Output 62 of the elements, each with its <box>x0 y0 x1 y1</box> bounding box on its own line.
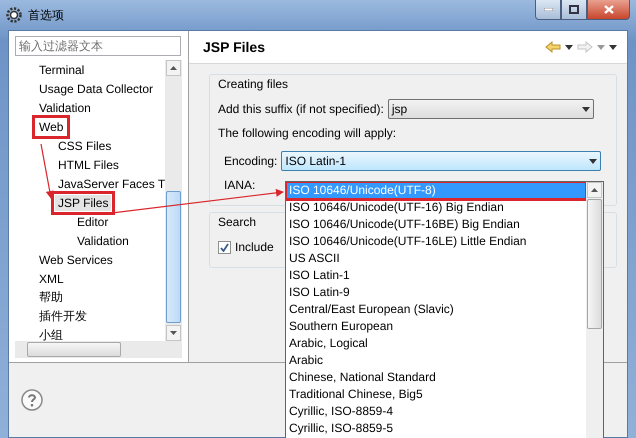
include-checkbox[interactable] <box>218 240 231 254</box>
suffix-label: Add this suffix (if not specified): <box>218 102 384 116</box>
horizontal-scrollbar[interactable] <box>15 341 182 358</box>
encoding-option[interactable]: Arabic, Logical <box>286 335 586 352</box>
scroll-up-icon <box>591 188 598 192</box>
page-title: JSP Files <box>203 39 266 55</box>
encoding-label: Encoding: <box>224 154 278 168</box>
include-label: Include <box>235 240 274 254</box>
tree-item[interactable]: Editor <box>74 214 112 230</box>
minimize-icon <box>544 8 552 11</box>
tree-item[interactable]: CSS Files <box>55 138 114 154</box>
caret-icon <box>589 158 598 164</box>
caret-icon <box>597 44 605 50</box>
filter-field[interactable]: 输入过滤器文本 <box>15 36 181 56</box>
back-arrow-icon[interactable] <box>545 41 561 53</box>
annotation-arrow <box>40 144 54 199</box>
encoding-option[interactable]: Cyrillic, ISO-8859-4 <box>286 403 586 420</box>
tree-item[interactable]: Terminal <box>36 62 88 78</box>
tree-item[interactable]: XML <box>36 270 67 286</box>
caret-icon <box>582 106 590 112</box>
encoding-dropdown[interactable]: ISO Latin-1 <box>281 151 602 171</box>
window-title: 首选项 <box>28 6 64 24</box>
tree-item[interactable]: 插件开发 <box>36 307 90 326</box>
encoding-option[interactable]: Cyrillic, ISO-8859-5 <box>286 420 586 437</box>
group-title: Search <box>218 215 256 229</box>
maximize-button[interactable] <box>561 0 587 20</box>
tree-item[interactable]: JSP Files <box>55 194 112 210</box>
encoding-option[interactable]: ISO 10646/Unicode(UTF-16) Big Endian <box>286 199 586 216</box>
vertical-scrollbar[interactable] <box>165 60 182 341</box>
scroll-down-icon <box>170 331 177 335</box>
tree-item[interactable]: Web Services <box>36 252 116 268</box>
encoding-option[interactable]: Chinese, National Standard <box>286 369 586 386</box>
encoding-note: The following encoding will apply: <box>218 126 396 140</box>
menu-caret-icon <box>609 44 617 50</box>
minimize-button[interactable] <box>535 0 561 20</box>
tree-item[interactable]: Usage Data Collector <box>36 80 156 96</box>
iana-label: IANA: <box>224 178 256 192</box>
scroll-up-icon <box>170 66 177 70</box>
encoding-option[interactable]: ISO Latin-1 <box>286 267 586 284</box>
maximize-icon <box>569 5 579 14</box>
encoding-option[interactable]: ISO 10646/Unicode(UTF-16BE) Big Endian <box>286 216 586 233</box>
tree-item[interactable]: HTML Files <box>55 156 122 172</box>
close-icon <box>604 5 614 14</box>
tree-item[interactable]: Validation <box>36 100 94 116</box>
list-scrollbar[interactable] <box>586 182 603 438</box>
encoding-option[interactable]: Traditional Chinese, Big5 <box>286 386 586 403</box>
encoding-option[interactable]: Southern European <box>286 318 586 335</box>
encoding-option[interactable]: Central/East European (Slavic) <box>286 301 586 318</box>
encoding-option[interactable]: ISO 10646/Unicode(UTF-16LE) Little Endian <box>286 233 586 250</box>
tree-item[interactable]: 帮助 <box>36 288 66 307</box>
suffix-dropdown[interactable]: jsp <box>388 99 594 119</box>
encoding-option[interactable]: Arabic <box>286 352 586 369</box>
caret-icon <box>565 44 573 50</box>
encoding-option[interactable]: ISO Latin-9 <box>286 284 586 301</box>
tree-item[interactable]: Validation <box>74 232 132 248</box>
close-button[interactable] <box>587 0 630 20</box>
tree-item[interactable]: 小组 <box>36 326 66 341</box>
help-icon[interactable] <box>21 389 43 411</box>
group-title: Creating files <box>218 77 288 91</box>
gear-icon <box>6 7 22 23</box>
encoding-option[interactable]: US ASCII <box>286 250 586 267</box>
tree-item[interactable]: JavaServer Faces T <box>55 176 165 192</box>
